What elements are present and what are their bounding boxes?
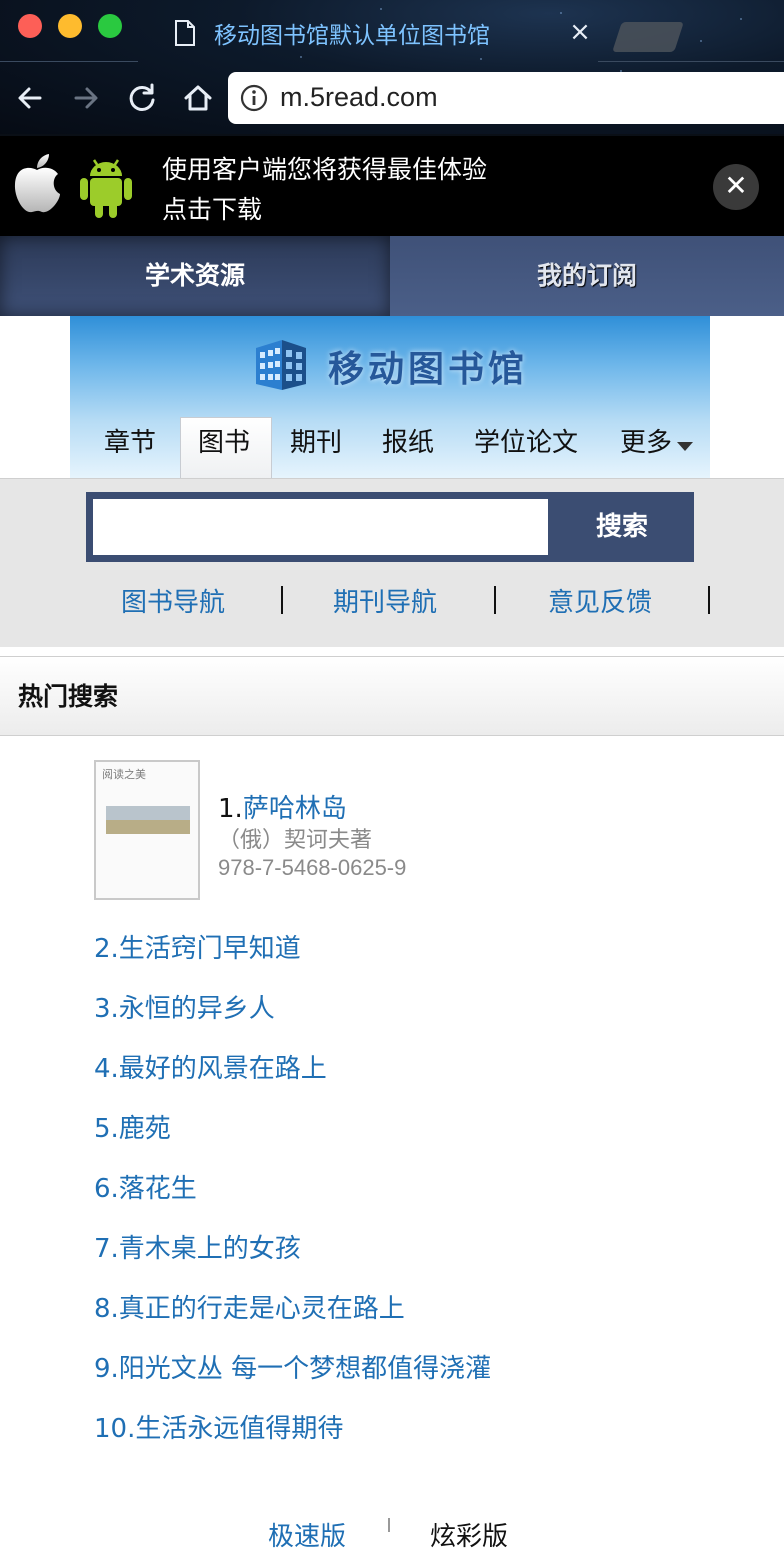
window-minimize-button[interactable]	[58, 14, 82, 38]
tab-more[interactable]: 更多	[620, 422, 672, 459]
hot-item-1[interactable]: 1.萨哈林岛	[218, 788, 347, 825]
hot-item-link[interactable]: 2.生活窍门早知道	[94, 928, 301, 965]
hot-item-link[interactable]: 5.鹿苑	[94, 1108, 171, 1145]
book-navigation-link[interactable]: 图书导航	[121, 582, 225, 619]
link-separator	[494, 586, 496, 614]
hot-item-link[interactable]: 4.最好的风景在路上	[94, 1048, 327, 1085]
home-icon[interactable]	[178, 78, 218, 118]
tab-newspapers[interactable]: 报纸	[382, 422, 434, 459]
banner-close-icon[interactable]: ✕	[713, 164, 759, 210]
new-tab-button[interactable]	[612, 22, 684, 52]
lite-version-link[interactable]: 极速版	[268, 1516, 346, 1553]
forward-arrow-icon[interactable]	[66, 78, 106, 118]
feedback-link[interactable]: 意见反馈	[548, 582, 652, 619]
search-button[interactable]: 搜索	[550, 492, 694, 562]
hot-item-link[interactable]: 9.阳光文丛 每一个梦想都值得浇灌	[94, 1348, 491, 1385]
tab-academic-resources[interactable]: 学术资源	[0, 236, 390, 316]
hot-item-link[interactable]: 7.青木桌上的女孩	[94, 1228, 301, 1265]
book-cover[interactable]: 阅读之美	[94, 760, 200, 900]
window-close-button[interactable]	[18, 14, 42, 38]
apple-icon[interactable]	[10, 152, 64, 216]
hot-item-link[interactable]: 8.真正的行走是心灵在路上	[94, 1288, 405, 1325]
reload-icon[interactable]	[122, 78, 162, 118]
tab-close-icon[interactable]: ×	[566, 16, 594, 48]
document-icon	[174, 20, 196, 46]
hot-item-link[interactable]: 10.生活永远值得期待	[94, 1408, 343, 1445]
tabstrip-divider	[598, 61, 784, 62]
journal-navigation-link[interactable]: 期刊导航	[333, 582, 437, 619]
cover-brand: 阅读之美	[102, 768, 146, 781]
search-input[interactable]	[93, 499, 548, 555]
banner-download-link[interactable]: 点击下载	[162, 190, 262, 226]
hot-search-title: 热门搜索	[18, 682, 119, 711]
android-icon[interactable]	[76, 150, 136, 222]
library-building-icon	[252, 336, 310, 394]
book-isbn: 978-7-5468-0625-9	[218, 855, 407, 880]
address-bar[interactable]: m.5read.com	[228, 72, 784, 124]
site-logo-text: 移动图书馆	[328, 349, 529, 390]
hot-item-link[interactable]: 6.落花生	[94, 1168, 197, 1205]
link-separator	[281, 586, 283, 614]
banner-message[interactable]: 使用客户端您将获得最佳体验	[162, 150, 487, 186]
tab-theses[interactable]: 学位论文	[474, 422, 578, 459]
url-text[interactable]: m.5read.com	[280, 82, 438, 113]
tab-chapters[interactable]: 章节	[104, 422, 156, 459]
tabstrip-divider	[0, 61, 138, 62]
cover-art	[106, 806, 190, 820]
chevron-down-icon[interactable]	[677, 442, 693, 451]
window-zoom-button[interactable]	[98, 14, 122, 38]
cover-art	[106, 820, 190, 834]
book-title-link[interactable]: 萨哈林岛	[243, 794, 347, 824]
link-separator	[708, 586, 710, 614]
color-version-label[interactable]: 炫彩版	[430, 1516, 508, 1553]
book-author: （俄）契诃夫著	[218, 828, 373, 853]
tab-books[interactable]: 图书	[198, 422, 250, 459]
hot-item-link[interactable]: 3.永恒的异乡人	[94, 988, 275, 1025]
info-icon[interactable]	[240, 84, 268, 112]
tab-journals[interactable]: 期刊	[290, 422, 342, 459]
item-number: 1.	[218, 794, 243, 824]
back-arrow-icon[interactable]	[10, 78, 50, 118]
tab-my-subscriptions[interactable]: 我的订阅	[390, 236, 784, 316]
browser-tab-title[interactable]: 移动图书馆默认单位图书馆	[214, 16, 490, 50]
